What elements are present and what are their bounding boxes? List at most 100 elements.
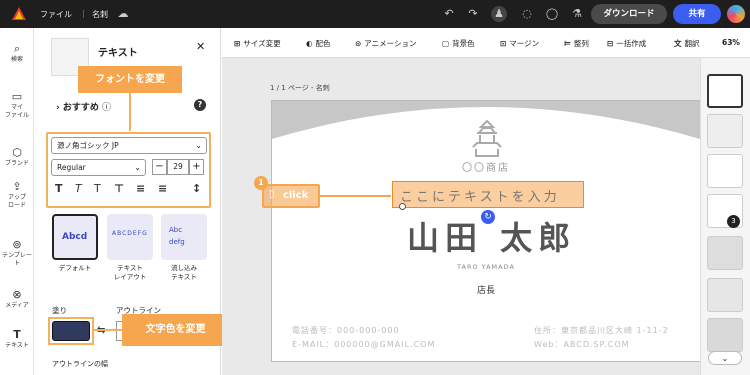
cloud-icon: ☁ bbox=[117, 7, 129, 20]
rail-item-template[interactable]: ⊚ テンプレー ト bbox=[0, 238, 34, 268]
placeholder-text[interactable]: ここにテキストを入力 bbox=[400, 186, 560, 205]
app-logo-icon[interactable] bbox=[11, 6, 27, 22]
toolbar-resize[interactable]: ⊞ サイズ変更 bbox=[234, 38, 281, 49]
page-thumbnail[interactable] bbox=[707, 74, 743, 108]
click-label: click bbox=[283, 190, 309, 201]
zoom-level[interactable]: 63% bbox=[722, 38, 740, 47]
toolbar-label: 背景色 bbox=[452, 39, 475, 48]
style-sample: Abcd bbox=[62, 232, 88, 242]
page-thumbnail[interactable] bbox=[707, 318, 743, 352]
rail-label: 検索 bbox=[10, 56, 23, 63]
toolbar-margin[interactable]: ⊡ マージン bbox=[500, 38, 539, 49]
page-thumbnail[interactable] bbox=[707, 236, 743, 270]
rail-item-text[interactable]: T テキスト bbox=[0, 328, 34, 350]
page-count-badge: 3 bbox=[727, 215, 740, 228]
upload-icon: ⇪ bbox=[12, 180, 22, 193]
toolbar-label: アニメーション bbox=[364, 39, 417, 48]
phone-text: 電話番号：000-000-000 bbox=[292, 326, 400, 335]
font-family-value: 源ノ角ゴシック JP bbox=[57, 141, 119, 150]
page-thumbnail[interactable] bbox=[707, 114, 743, 148]
fill-color-swatch[interactable] bbox=[52, 321, 90, 341]
resize-handle[interactable] bbox=[399, 203, 406, 210]
line-spacing-icon[interactable]: ↕ bbox=[192, 182, 201, 195]
page-thumbnail[interactable] bbox=[707, 154, 743, 188]
share-button[interactable]: 共有 bbox=[673, 4, 721, 24]
text-bold-icon[interactable]: T bbox=[55, 182, 63, 195]
avatar[interactable] bbox=[727, 5, 745, 23]
comment-icon[interactable]: ◯ bbox=[544, 6, 560, 22]
rail-item-myfiles[interactable]: ▭ マイ ファイル bbox=[0, 90, 34, 120]
recommended-toggle[interactable]: › おすすめ ⓘ bbox=[56, 100, 111, 113]
font-family-select[interactable]: 源ノ角ゴシック JP ⌄ bbox=[51, 137, 207, 154]
folder-icon: ▭ bbox=[11, 90, 23, 103]
fill-label: 塗り bbox=[52, 306, 67, 315]
font-weight-select[interactable]: Regular ⌄ bbox=[51, 159, 146, 176]
text-case-icon[interactable]: ⊤ bbox=[114, 182, 124, 195]
palette-icon: ◐ bbox=[306, 39, 313, 48]
search-icon: ⌕ bbox=[13, 42, 21, 55]
toolbar-translate[interactable]: 文翻訳 bbox=[674, 38, 700, 49]
rotate-handle-icon[interactable]: ↻ bbox=[481, 210, 495, 224]
flask-icon[interactable]: ⚗ bbox=[569, 6, 585, 22]
margin-icon: ⊡ bbox=[500, 39, 507, 48]
address-text: 住所：東京都品川区大崎 1-11-2 bbox=[534, 326, 669, 335]
click-connector bbox=[320, 195, 391, 197]
text-box-selected[interactable]: ここにテキストを入力 bbox=[392, 181, 584, 210]
business-card[interactable]: 〇〇商店 ここにテキストを入力 山田 太郎 ↻ TARO YAMADA 店長 電… bbox=[271, 100, 701, 362]
web-text: Web：ABCD.SP.COM bbox=[534, 340, 630, 349]
chevron-right-icon: › bbox=[56, 103, 60, 113]
close-icon[interactable]: ✕ bbox=[196, 40, 205, 53]
style-sample: Abc defg bbox=[169, 226, 185, 246]
align-icon: ⊨ bbox=[564, 39, 571, 48]
align-left-icon[interactable]: ≡ bbox=[136, 182, 145, 195]
toolbar-bulk[interactable]: ⊟ 一括作成 bbox=[607, 38, 646, 49]
rail-item-upload[interactable]: ⇪ アップ ロード bbox=[0, 180, 34, 210]
style-label: デフォルト bbox=[58, 264, 92, 272]
toolbar-bgcolor[interactable]: ▢ 背景色 bbox=[442, 38, 475, 49]
resize-icon: ⊞ bbox=[234, 39, 241, 48]
align-center-icon[interactable]: ≡ bbox=[158, 182, 167, 195]
text-italic-icon[interactable]: T bbox=[75, 182, 82, 195]
divider: | bbox=[82, 9, 85, 18]
toolbar-animation[interactable]: ⊙ アニメーション bbox=[355, 38, 417, 49]
top-bar: ファイル | 名刺 ☁ ↶ ↷ ♟ ◌ ◯ ⚗ ダウンロード 共有 bbox=[0, 0, 750, 28]
info-icon[interactable]: ⓘ bbox=[102, 103, 111, 113]
callout-connector bbox=[94, 329, 122, 331]
font-size-input[interactable]: 29 bbox=[167, 159, 189, 175]
rail-item-brand[interactable]: ⬡ ブランド bbox=[0, 146, 34, 168]
chevron-down-icon[interactable]: ⌄ bbox=[708, 351, 742, 365]
rail-item-search[interactable]: ⌕ 検索 bbox=[0, 42, 34, 64]
size-decrease-button[interactable]: − bbox=[152, 159, 167, 175]
undo-icon[interactable]: ↶ bbox=[441, 6, 457, 22]
mouse-icon: ▯ bbox=[269, 189, 275, 200]
rail-label: アップ ロード bbox=[7, 194, 26, 209]
add-user-icon[interactable]: ♟ bbox=[491, 6, 507, 22]
rail-label: テキスト bbox=[5, 342, 29, 349]
size-increase-button[interactable]: + bbox=[189, 159, 204, 175]
toolbar-colors[interactable]: ◐ 配色 bbox=[306, 38, 331, 49]
font-change-callout: フォントを変更 bbox=[78, 66, 182, 93]
job-title: 店長 bbox=[476, 286, 495, 296]
shop-name: 〇〇商店 bbox=[462, 163, 510, 174]
toolbar-label: サイズ変更 bbox=[243, 39, 281, 48]
style-label: テキスト レイアウト bbox=[113, 264, 147, 281]
color-change-callout: 文字色を変更 bbox=[122, 314, 229, 346]
file-menu[interactable]: ファイル bbox=[40, 9, 72, 20]
callout-connector bbox=[129, 93, 131, 131]
page-thumbnail[interactable] bbox=[707, 278, 743, 312]
style-layout-card[interactable]: ABCDEFG bbox=[107, 214, 153, 260]
document-name[interactable]: 名刺 bbox=[92, 9, 108, 20]
toolbar-align[interactable]: ⊨ 整列 bbox=[564, 38, 589, 49]
redo-icon[interactable]: ↷ bbox=[465, 6, 481, 22]
download-button[interactable]: ダウンロード bbox=[591, 4, 667, 24]
style-default-card[interactable]: Abcd bbox=[52, 214, 98, 260]
style-sample: ABCDEFG bbox=[112, 230, 148, 237]
bulk-icon: ⊟ bbox=[607, 39, 614, 48]
help-icon[interactable]: ? bbox=[194, 99, 206, 111]
click-indicator: ▯ click bbox=[262, 184, 320, 208]
text-underline-icon[interactable]: T bbox=[94, 182, 101, 195]
style-flow-card[interactable]: Abc defg bbox=[161, 214, 207, 260]
lightbulb-icon[interactable]: ◌ bbox=[519, 6, 535, 22]
font-weight-value: Regular bbox=[57, 163, 86, 172]
rail-item-media[interactable]: ⊗ メディア bbox=[0, 288, 34, 310]
